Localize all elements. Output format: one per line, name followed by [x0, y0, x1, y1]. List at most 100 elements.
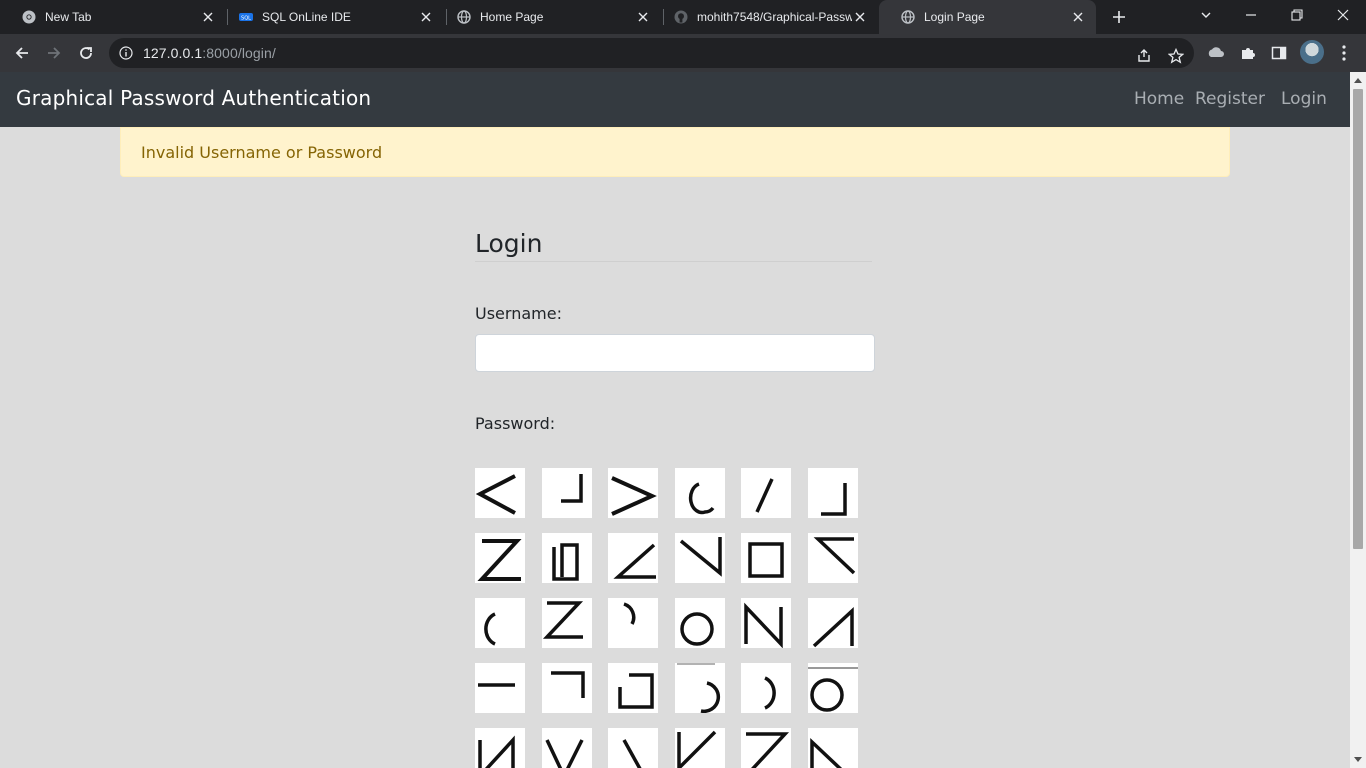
password-tile-n-reverse-diagonal[interactable]: [807, 598, 858, 648]
less-than-icon: [475, 474, 516, 515]
browser-tabstrip: New Tab SQL SQL OnLine IDE Home Page moh…: [0, 0, 1366, 34]
circle-icon: [679, 612, 714, 646]
password-image-grid: [475, 468, 858, 768]
extension-cloud-icon[interactable]: [1205, 42, 1227, 64]
horizontal-line-icon: [478, 683, 515, 687]
password-tile-corner-top-right[interactable]: [541, 663, 592, 713]
square-icon: [748, 542, 784, 578]
close-icon[interactable]: [200, 9, 216, 25]
password-tile-circle[interactable]: [674, 598, 725, 648]
greater-than-icon: [611, 476, 657, 516]
page-scrollbar[interactable]: [1350, 72, 1366, 768]
password-tile-slash[interactable]: [741, 468, 791, 518]
scrollbar-thumb[interactable]: [1353, 89, 1363, 549]
password-tile-less-than[interactable]: [475, 468, 525, 518]
chevron-down-icon: [1201, 12, 1211, 18]
password-tile-z-letter-2[interactable]: [741, 728, 791, 768]
globe-icon: [457, 10, 471, 24]
password-tile-backslash-corner[interactable]: [674, 533, 725, 583]
tab-sql-online-ide[interactable]: SQL SQL OnLine IDE: [217, 0, 444, 34]
arrow-left-icon: [15, 47, 28, 59]
password-tile-arc-left-small[interactable]: [674, 468, 725, 518]
forward-button[interactable]: [40, 39, 68, 67]
menu-kebab-icon[interactable]: [1333, 42, 1355, 64]
password-tile-n-letter[interactable]: [741, 598, 791, 648]
z-letter-icon: [542, 601, 583, 639]
tab-github[interactable]: mohith7548/Graphical-Passw: [652, 0, 878, 34]
password-tile-triangle-corner[interactable]: [807, 728, 858, 768]
password-tile-n-reverse[interactable]: [475, 728, 525, 768]
page-title: Login: [475, 229, 543, 258]
password-tile-z-letter[interactable]: [541, 598, 592, 648]
close-icon[interactable]: [1070, 9, 1086, 25]
close-window-button[interactable]: [1320, 0, 1366, 30]
password-tile-backslash[interactable]: [608, 728, 658, 768]
corner-bottom-right-icon: [560, 474, 583, 503]
tab-home-page[interactable]: Home Page: [435, 0, 661, 34]
tab-title: mohith7548/Graphical-Passw: [697, 10, 852, 24]
bookmark-star-icon[interactable]: [1165, 45, 1187, 67]
password-tile-angle-open[interactable]: [608, 533, 658, 583]
password-tile-v-letter[interactable]: [541, 728, 592, 768]
sql-icon: SQL: [239, 10, 253, 24]
tab-title: New Tab: [45, 10, 92, 24]
password-tile-square[interactable]: [741, 533, 791, 583]
share-icon[interactable]: [1133, 45, 1155, 67]
minimize-button[interactable]: [1228, 0, 1274, 30]
slash-icon: [755, 478, 774, 513]
password-tile-square-bracket[interactable]: [541, 533, 592, 583]
password-tile-z-reverse[interactable]: [475, 533, 525, 583]
close-icon: [1337, 9, 1349, 21]
alert-message: Invalid Username or Password: [141, 143, 383, 162]
password-tile-corner-bottom-right[interactable]: [541, 468, 592, 518]
scroll-up-arrow-icon[interactable]: [1350, 72, 1366, 88]
n-reverse-icon: [478, 735, 515, 768]
close-icon[interactable]: [418, 9, 434, 25]
v-letter-icon: [544, 739, 584, 768]
square-bracket-icon: [551, 543, 579, 581]
side-panel-icon[interactable]: [1268, 42, 1290, 64]
password-tile-horizontal-line[interactable]: [475, 663, 525, 713]
tab-search-button[interactable]: [1183, 0, 1229, 30]
password-tile-greater-than[interactable]: [608, 468, 658, 518]
page-viewport: Graphical Password Authentication Home R…: [0, 72, 1350, 768]
tab-new-tab[interactable]: New Tab: [0, 0, 226, 34]
z-reverse-icon: [477, 539, 522, 581]
chrome-icon: [22, 10, 36, 24]
n-reverse-diagonal-icon: [812, 607, 854, 648]
tab-login-page[interactable]: Login Page: [879, 0, 1096, 34]
backslash-icon: [622, 739, 642, 768]
reload-button[interactable]: [72, 39, 100, 67]
info-icon[interactable]: [119, 46, 133, 60]
back-button[interactable]: [8, 39, 36, 67]
site-navbar: Graphical Password Authentication Home R…: [0, 72, 1350, 127]
scroll-down-arrow-icon[interactable]: [1350, 752, 1366, 768]
browser-toolbar: 127.0.0.1:8000/login/: [0, 34, 1366, 72]
k-shape-icon: [676, 730, 716, 768]
password-tile-square-open[interactable]: [608, 663, 658, 713]
url-text: 127.0.0.1:8000/login/: [143, 45, 276, 61]
nav-link-login[interactable]: Login: [1281, 89, 1327, 109]
username-input[interactable]: [475, 334, 875, 372]
password-tile-arc-right[interactable]: [741, 663, 791, 713]
puzzle-icon[interactable]: [1237, 42, 1259, 64]
password-tile-arc-left[interactable]: [475, 598, 525, 648]
password-tile-corner-top-left-diagonal[interactable]: [807, 533, 858, 583]
restore-button[interactable]: [1274, 0, 1320, 30]
new-tab-button[interactable]: [1105, 5, 1133, 29]
password-tile-k-shape[interactable]: [674, 728, 725, 768]
nav-link-home[interactable]: Home: [1134, 89, 1184, 109]
password-tile-arc-right-top[interactable]: [608, 598, 658, 648]
password-tile-corner-bottom-right-2[interactable]: [807, 468, 858, 518]
address-bar[interactable]: 127.0.0.1:8000/login/: [109, 38, 1194, 68]
site-brand[interactable]: Graphical Password Authentication: [16, 86, 371, 110]
close-icon[interactable]: [635, 9, 651, 25]
circle-icon: [807, 667, 858, 712]
password-tile-arc-right-bottom[interactable]: [674, 663, 725, 713]
nav-link-register[interactable]: Register: [1195, 89, 1265, 109]
minimize-icon: [1246, 14, 1256, 16]
profile-avatar[interactable]: [1300, 40, 1324, 64]
password-tile-circle-2[interactable]: [807, 663, 858, 713]
arc-right-bottom-icon: [676, 663, 720, 713]
close-icon[interactable]: [852, 9, 868, 25]
